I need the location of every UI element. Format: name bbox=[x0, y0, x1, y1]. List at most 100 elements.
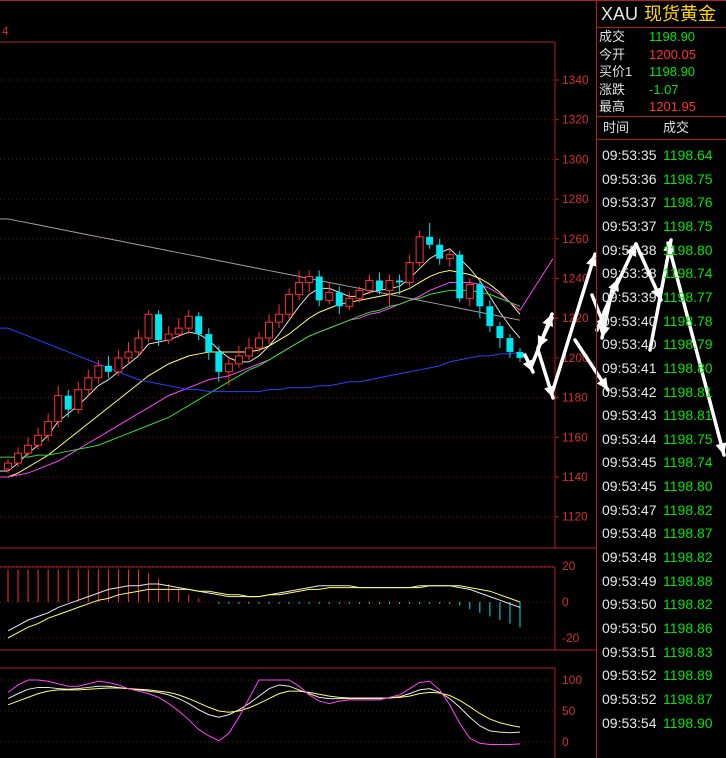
quote-value: -1.07 bbox=[649, 81, 679, 97]
tick-row[interactable]: 09:53:48 1198.82 bbox=[597, 546, 726, 570]
axis-tick-label: 100 bbox=[562, 673, 582, 687]
quote-row: 最高 1201.95 bbox=[599, 98, 725, 116]
candle-body bbox=[184, 315, 193, 329]
tick-row[interactable]: 09:53:52 1198.87 bbox=[597, 688, 726, 712]
symbol-name: 现货黄金 bbox=[644, 4, 717, 24]
tick-row[interactable]: 09:53:45 1198.74 bbox=[597, 451, 726, 475]
candle-body bbox=[355, 289, 364, 299]
tick-row[interactable]: 09:53:40 1198.79 bbox=[597, 333, 726, 357]
tick-row[interactable]: 09:53:43 1198.81 bbox=[597, 404, 726, 428]
quote-value: 1201.95 bbox=[649, 99, 696, 115]
candle-body bbox=[285, 293, 294, 315]
ma-line bbox=[7, 218, 521, 321]
candle-body bbox=[385, 279, 394, 291]
tick-row[interactable]: 09:53:38 1198.80 bbox=[597, 239, 726, 263]
tick-row[interactable]: 09:53:37 1198.75 bbox=[597, 215, 726, 239]
tick-price: 1198.88 bbox=[663, 572, 713, 589]
axis-tick-label: 1320 bbox=[562, 113, 589, 127]
tick-time: 09:53:44 bbox=[602, 430, 657, 447]
candle-body bbox=[396, 280, 404, 283]
tick-row[interactable]: 09:53:42 1198.81 bbox=[597, 381, 726, 405]
candle-body bbox=[24, 444, 33, 454]
candle-body bbox=[254, 337, 263, 349]
tick-row[interactable]: 09:53:40 1198.78 bbox=[597, 310, 726, 334]
tick-price: 1198.80 bbox=[663, 241, 713, 258]
quote-row: 买价1 1198.90 bbox=[599, 63, 725, 81]
ticks-header-price: 成交 bbox=[663, 120, 690, 135]
tick-time: 09:53:37 bbox=[602, 194, 657, 211]
tick-price: 1198.74 bbox=[663, 454, 713, 471]
axis-tick-label: 1340 bbox=[562, 73, 589, 87]
candle-body bbox=[164, 333, 173, 341]
candle-body bbox=[224, 363, 233, 373]
kdj-d-line bbox=[7, 687, 521, 728]
axis-tick-label: 0 bbox=[562, 595, 569, 609]
tick-row[interactable]: 09:53:48 1198.87 bbox=[597, 522, 726, 546]
tick-row[interactable]: 09:53:50 1198.86 bbox=[597, 617, 726, 641]
tick-time: 09:53:36 bbox=[602, 170, 657, 187]
candle-body bbox=[114, 357, 123, 373]
axis-tick-label: 1280 bbox=[562, 192, 589, 206]
symbol-code: XAU bbox=[601, 4, 639, 24]
candle-body bbox=[244, 347, 253, 357]
tick-price: 1198.79 bbox=[663, 336, 713, 353]
tick-row[interactable]: 09:53:51 1198.83 bbox=[597, 641, 726, 665]
tick-time: 09:53:41 bbox=[602, 359, 657, 376]
candle-body bbox=[14, 452, 23, 464]
macd-indicator bbox=[7, 569, 521, 639]
axis-tick-label: 1160 bbox=[562, 430, 588, 444]
tick-time: 09:53:43 bbox=[602, 407, 657, 424]
candle-body bbox=[405, 262, 414, 283]
candle-body bbox=[195, 316, 203, 335]
tick-row[interactable]: 09:53:41 1198.80 bbox=[597, 357, 726, 381]
quote-value: 1198.90 bbox=[649, 29, 696, 44]
tick-row[interactable]: 09:53:44 1198.75 bbox=[597, 428, 726, 452]
tick-row[interactable]: 09:53:35 1198.64 bbox=[597, 144, 726, 168]
axis-tick-label: 1180 bbox=[562, 391, 588, 405]
tick-row[interactable]: 09:53:50 1198.82 bbox=[597, 593, 726, 617]
kdj-k-line bbox=[7, 684, 521, 734]
quote-value: 1200.05 bbox=[649, 46, 696, 62]
tick-row[interactable]: 09:53:38 1198.74 bbox=[597, 262, 726, 286]
tick-price: 1198.80 bbox=[663, 359, 713, 376]
tick-price: 1198.82 bbox=[663, 596, 713, 613]
macd-axis: 20 0 -20 bbox=[0, 559, 580, 645]
axis-tick-label: 1260 bbox=[562, 232, 589, 246]
candle-body bbox=[84, 377, 93, 391]
moving-average-lines bbox=[0, 218, 554, 478]
symbol-title[interactable]: XAU 现货黄金 bbox=[601, 4, 716, 24]
quote-label: 最高 bbox=[599, 99, 626, 115]
axis-tick-label: 20 bbox=[562, 559, 576, 573]
tick-row[interactable]: 09:53:54 1198.90 bbox=[597, 712, 726, 736]
candle-body bbox=[375, 280, 383, 291]
tick-time: 09:53:49 bbox=[602, 572, 657, 589]
candle-body bbox=[436, 244, 444, 259]
tick-price: 1198.75 bbox=[663, 430, 713, 447]
candle-body bbox=[134, 337, 143, 353]
tick-row[interactable]: 09:53:49 1198.88 bbox=[597, 570, 726, 594]
tick-row[interactable]: 09:53:36 1198.75 bbox=[597, 168, 726, 192]
tick-row[interactable]: 09:53:52 1198.89 bbox=[597, 664, 726, 688]
tick-time: 09:53:50 bbox=[602, 620, 657, 636]
tick-time: 09:53:38 bbox=[602, 241, 657, 258]
axis-tick-label: 0 bbox=[562, 735, 569, 749]
candle-body bbox=[415, 236, 424, 264]
candle-body bbox=[104, 365, 112, 372]
candle-body bbox=[174, 327, 183, 335]
tick-time: 09:53:47 bbox=[602, 501, 657, 518]
divider bbox=[597, 139, 726, 140]
tick-row[interactable]: 09:53:47 1198.82 bbox=[597, 499, 726, 523]
tick-time: 09:53:54 bbox=[602, 714, 657, 731]
tick-price: 1198.90 bbox=[663, 714, 713, 731]
tick-time: 09:53:52 bbox=[602, 667, 657, 684]
tick-time: 09:53:42 bbox=[602, 383, 657, 400]
tick-price: 1198.75 bbox=[663, 217, 713, 234]
tick-time: 09:53:50 bbox=[602, 596, 657, 613]
tick-row[interactable]: 09:53:37 1198.76 bbox=[597, 191, 726, 215]
candle-body bbox=[456, 254, 464, 299]
tick-row[interactable]: 09:53:39 1198.77 bbox=[597, 286, 726, 310]
quote-label: 涨跌 bbox=[599, 81, 626, 97]
tick-price: 1198.81 bbox=[663, 383, 713, 400]
candle-body bbox=[445, 254, 454, 260]
tick-row[interactable]: 09:53:45 1198.80 bbox=[597, 475, 726, 499]
